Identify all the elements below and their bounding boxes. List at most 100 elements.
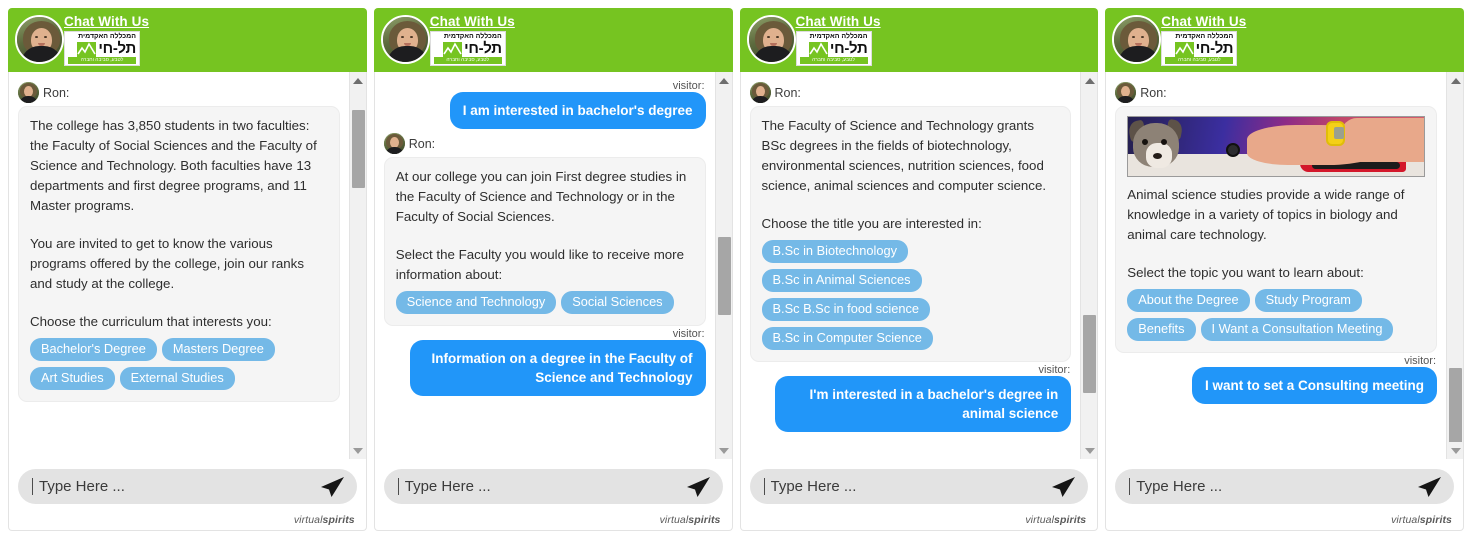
visitor-message-bubble: Information on a degree in the Faculty o… [409, 340, 706, 396]
scrollbar-thumb[interactable] [1083, 314, 1097, 393]
college-logo: המכללה האקדמית תל-חי לטבע, סביבה וחברה [64, 31, 140, 66]
quick-reply-button[interactable]: I Want a Consultation Meeting [1200, 318, 1394, 341]
visitor-label: visitor: [1038, 364, 1071, 376]
sender-avatar [1115, 82, 1137, 103]
message-input[interactable] [404, 478, 678, 495]
quick-reply-button[interactable]: B.Sc B.Sc in food science [761, 298, 931, 321]
brand-block: Chat With Us המכללה האקדמית תל-חי לטבע, … [1161, 14, 1246, 66]
scroll-down-arrow-icon[interactable] [349, 442, 366, 459]
bot-prompt: Choose the curriculum that interests you… [30, 314, 272, 329]
quick-reply-row: B.Sc in Computer Science [761, 327, 1060, 350]
brand-bold: spirits [688, 514, 721, 526]
composer[interactable] [383, 469, 723, 504]
scroll-up-arrow-icon[interactable] [349, 72, 366, 89]
send-icon[interactable] [1051, 476, 1076, 498]
scroll-up-arrow-icon[interactable] [1081, 72, 1098, 89]
quick-reply-button[interactable]: Bachelor's Degree [30, 338, 157, 361]
logo-line-3: לטבע, סביבה וחברה [1165, 57, 1234, 64]
quick-reply-button[interactable]: Masters Degree [161, 338, 275, 361]
virtualspirits-branding: virtualspirits [18, 504, 357, 526]
scrollbar-thumb[interactable] [351, 110, 365, 188]
puppy-examination-photo [1127, 116, 1425, 177]
logo-line-3: לטבע, סביבה וחברה [68, 57, 136, 64]
logo-line-2: תל-חי [829, 40, 868, 57]
text-caret [763, 478, 765, 495]
bot-paragraph: At our college you can join First degree… [395, 169, 687, 224]
composer[interactable] [749, 469, 1089, 504]
quick-reply-row: Bachelor's Degree Masters Degree [30, 338, 328, 361]
brand-block: Chat With Us המכללה האקדמית תל-חי לטבע, … [64, 14, 149, 66]
sender-row: Ron: [18, 82, 340, 103]
visitor-label: visitor: [672, 80, 705, 92]
widget-header: Chat With Us המכללה האקדמית תל-חי לטבע, … [8, 8, 367, 72]
message-scroll-area[interactable]: Ron: Animal science studies provide a wi… [1105, 72, 1464, 459]
sender-row: Ron: [749, 82, 1072, 103]
text-caret [397, 478, 399, 495]
scrollbar[interactable] [1080, 72, 1098, 459]
logo-line-2: תל-חי [98, 40, 136, 57]
bot-prompt: Select the Faculty you would like to rec… [395, 247, 684, 282]
quick-reply-row: B.Sc B.Sc in food science [761, 298, 1060, 321]
brand-bold: spirits [1054, 514, 1087, 526]
scrollbar-thumb[interactable] [717, 237, 731, 315]
visitor-message-bubble: I'm interested in a bachelor's degree in… [775, 376, 1072, 432]
quick-reply-button[interactable]: B.Sc in Biotechnology [761, 240, 908, 263]
widget-footer: virtualspirits [1105, 459, 1464, 531]
sender-name: Ron: [774, 85, 801, 100]
chat-title: Chat With Us [64, 14, 150, 29]
quick-reply-row: About the Degree Study Program [1127, 289, 1425, 312]
quick-reply-button[interactable]: Benefits [1127, 318, 1196, 341]
visitor-message-bubble: I want to set a Consulting meeting [1191, 367, 1437, 404]
quick-reply-row: B.Sc in Biotechnology [761, 240, 1060, 263]
send-icon[interactable] [1417, 476, 1442, 498]
bot-paragraph: Animal science studies provide a wide ra… [1127, 187, 1405, 242]
college-logo: המכללה האקדמית תל-חי לטבע, סביבה וחברה [1161, 31, 1238, 66]
sender-row: Ron: [1115, 82, 1437, 103]
scrollbar[interactable] [714, 72, 732, 459]
message-input[interactable] [1136, 478, 1409, 495]
quick-reply-button[interactable]: Study Program [1254, 289, 1362, 312]
chat-title: Chat With Us [1161, 14, 1247, 29]
quick-reply-button[interactable]: B.Sc in Animal Sciences [761, 269, 922, 292]
visitor-label: visitor: [1404, 355, 1436, 367]
scrollbar-thumb[interactable] [1449, 367, 1462, 446]
brand-bold: spirits [1419, 514, 1452, 526]
quick-reply-button[interactable]: External Studies [119, 367, 235, 390]
quick-reply-button[interactable]: Art Studies [30, 367, 115, 390]
logo-line-3: לטבע, סביבה וחברה [433, 57, 502, 64]
message-scroll-area[interactable]: Ron: The Faculty of Science and Technolo… [739, 72, 1099, 459]
text-caret [1129, 478, 1131, 495]
visitor-label: visitor: [672, 328, 705, 340]
agent-avatar [15, 15, 64, 64]
chat-widget-2: Chat With Us המכללה האקדמית תל-חי לטבע, … [373, 8, 733, 531]
send-icon[interactable] [686, 476, 711, 498]
message-input[interactable] [39, 478, 312, 495]
scroll-down-arrow-icon[interactable] [1081, 442, 1098, 459]
quick-reply-button[interactable]: About the Degree [1127, 289, 1250, 312]
scroll-down-arrow-icon[interactable] [715, 442, 732, 459]
bot-message-bubble: The Faculty of Science and Technology gr… [749, 106, 1072, 362]
scroll-down-arrow-icon[interactable] [1447, 442, 1464, 459]
send-icon[interactable] [320, 476, 345, 498]
quick-reply-row: Art Studies External Studies [30, 367, 328, 390]
quick-reply-button[interactable]: Social Sciences [561, 291, 674, 314]
composer[interactable] [1115, 469, 1454, 504]
scrollbar[interactable] [1446, 72, 1464, 459]
bot-message-bubble: The college has 3,850 students in two fa… [18, 106, 340, 402]
scroll-up-arrow-icon[interactable] [715, 72, 732, 89]
virtualspirits-branding: virtualspirits [384, 504, 723, 526]
composer[interactable] [18, 469, 357, 504]
scrollbar[interactable] [348, 72, 366, 459]
message-scroll-area[interactable]: Ron: The college has 3,850 students in t… [8, 72, 367, 459]
scroll-up-arrow-icon[interactable] [1447, 72, 1464, 89]
chat-widget-3: Chat With Us המכללה האקדמית תל-חי לטבע, … [739, 8, 1099, 531]
brand-block: Chat With Us המכללה האקדמית תל-חי לטבע, … [795, 14, 881, 66]
brand-light: virtual [659, 514, 689, 526]
college-logo: המכללה האקדמית תל-חי לטבע, סביבה וחברה [795, 31, 872, 66]
quick-reply-button[interactable]: B.Sc in Computer Science [761, 327, 933, 350]
quick-reply-button[interactable]: Science and Technology [395, 291, 557, 314]
message-scroll-area[interactable]: visitor: I am interested in bachelor's d… [373, 72, 733, 459]
message-input[interactable] [770, 478, 1044, 495]
virtualspirits-branding: virtualspirits [1115, 504, 1454, 526]
sender-name: Ron: [43, 85, 70, 100]
